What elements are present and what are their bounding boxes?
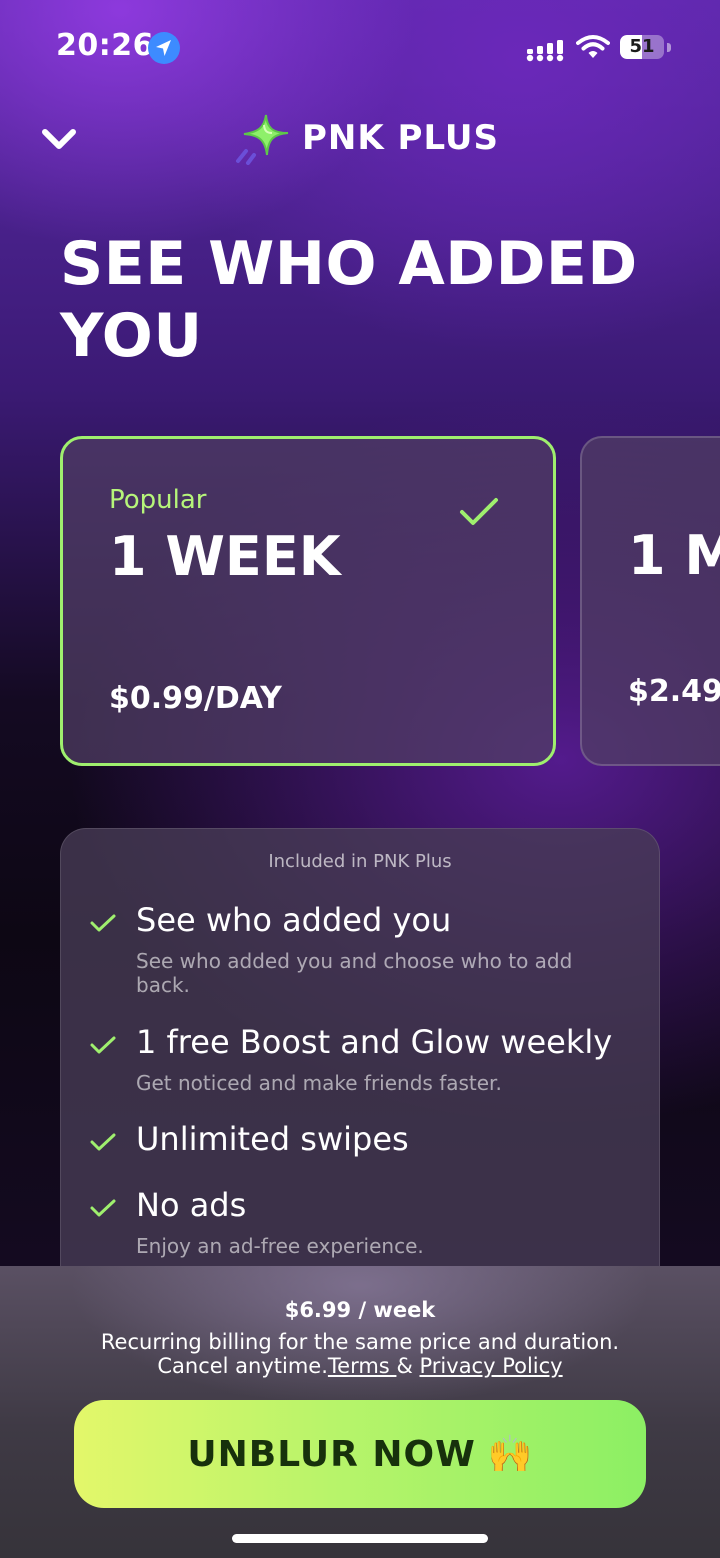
plan-card-1-month[interactable]: 1 M $2.49	[580, 436, 720, 766]
plan-price: $0.99/DAY	[109, 681, 282, 716]
plan-card-1-week[interactable]: Popular 1 WEEK $0.99/DAY	[60, 436, 556, 766]
checkmark-icon	[90, 914, 116, 932]
purchase-panel: $6.99 / week Recurring billing for the s…	[0, 1266, 720, 1558]
feature-title: Unlimited swipes	[136, 1120, 409, 1158]
ampersand-text: &	[396, 1354, 420, 1378]
checkmark-icon	[90, 1133, 116, 1151]
battery-nub	[667, 43, 671, 52]
cta-label: UNBLUR NOW	[187, 1433, 476, 1475]
location-arrow-icon	[148, 32, 180, 64]
battery-level: 51	[629, 36, 655, 57]
privacy-policy-link[interactable]: Privacy Policy	[420, 1354, 563, 1378]
feature-desc: Enjoy an ad-free experience.	[136, 1234, 424, 1258]
billing-price: $6.99 / week	[284, 1298, 436, 1322]
battery-icon: 51	[620, 35, 664, 59]
plan-title: 1 WEEK	[109, 525, 341, 588]
plan-title: 1 M	[628, 524, 720, 587]
status-time: 20:26	[56, 28, 154, 63]
collapse-button[interactable]	[38, 120, 82, 160]
plan-price: $2.49	[628, 674, 720, 709]
checkmark-icon	[460, 498, 498, 525]
checkmark-icon	[90, 1199, 116, 1217]
plan-badge: Popular	[109, 485, 207, 515]
feature-title: No ads	[136, 1186, 247, 1224]
features-title: Included in PNK Plus	[268, 851, 452, 872]
billing-notice: Recurring billing for the same price and…	[100, 1330, 620, 1354]
brand-name: PNK PLUS	[302, 118, 500, 158]
feature-title: 1 free Boost and Glow weekly	[136, 1023, 613, 1061]
chevron-down-icon	[42, 129, 76, 149]
home-indicator[interactable]	[232, 1534, 488, 1543]
feature-desc: Get noticed and make friends faster.	[136, 1071, 502, 1095]
billing-links: Cancel anytime.Terms & Privacy Policy	[0, 1354, 720, 1378]
raising-hands-icon: 🙌	[487, 1434, 533, 1475]
brand-header: PNK PLUS	[234, 110, 499, 166]
feature-desc: See who added you and choose who to add …	[136, 949, 573, 997]
wifi-icon	[576, 35, 610, 58]
checkmark-icon	[90, 1036, 116, 1054]
unblur-now-button[interactable]: UNBLUR NOW 🙌	[74, 1400, 646, 1508]
terms-link[interactable]: Terms	[328, 1354, 397, 1378]
status-bar: 20:26 51	[0, 0, 720, 96]
page-title: SEE WHO ADDED YOU	[60, 229, 638, 371]
paywall-screen: 20:26 51 PNK PLUS SEE WHO ADDED YOU Popu…	[0, 0, 720, 1558]
feature-title: See who added you	[136, 901, 452, 939]
cellular-signal-icon	[526, 40, 564, 62]
sparkle-star-icon	[236, 114, 289, 165]
cancel-anytime-text: Cancel anytime.	[157, 1354, 328, 1378]
